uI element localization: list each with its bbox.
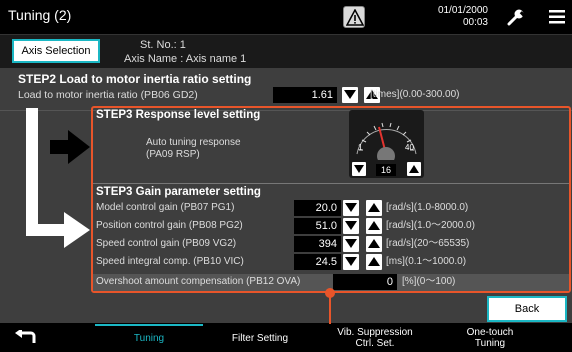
gauge-min-label: 1 [358,143,363,152]
gain-row-up-button[interactable] [366,254,382,270]
response-gauge[interactable]: 1 40 16 [349,110,424,178]
response-value[interactable]: 16 [376,164,396,176]
tab-label-line1: One-touch [466,327,514,338]
active-tab-indicator [95,324,203,326]
down-arrow-icon [354,165,364,173]
auto-tuning-label-line2: (PA09 RSP) [146,149,200,160]
gain-row-value[interactable]: 20.0 [294,200,341,216]
black-arrow-icon [50,130,90,164]
wrench-icon[interactable] [506,8,526,26]
date-text: 01/01/2000 [437,5,488,16]
gain-row-label: Speed integral comp. (PB10 VIC) [96,256,244,267]
tab-one-touch-tuning[interactable]: One-touch Tuning [440,324,540,352]
gain-row-down-button[interactable] [343,254,359,270]
down-arrow-icon [345,257,357,266]
step2-label: Load to motor inertia ratio (PB06 GD2) [18,89,198,101]
overshoot-unit: [%](0～100) [402,276,456,287]
down-arrow-icon [345,239,357,248]
tab-label-line2: Tuning [474,338,506,349]
up-arrow-icon [368,257,380,266]
divider [93,183,569,184]
return-icon[interactable] [14,330,36,346]
gain-row-unit: [rad/s](20～65535) [386,238,470,249]
axis-bar: Axis Selection St. No.: 1 Axis Name : Ax… [0,34,572,68]
title-bar: Tuning (2) 01/01/2000 00:03 [0,0,572,34]
time-text: 00:03 [462,17,488,28]
gain-row-unit: [rad/s](1.0～2000.0) [386,220,475,231]
gain-row-label: Model control gain (PB07 PG1) [96,202,235,213]
up-arrow-icon [409,165,419,173]
gauge-max-label: 40 [405,143,414,152]
gain-row-down-button[interactable] [343,200,359,216]
up-arrow-icon [368,239,380,248]
tab-label: Filter Setting [231,332,289,344]
tab-label: Tuning [133,332,165,344]
gain-row-down-button[interactable] [343,218,359,234]
gain-row-up-button[interactable] [366,218,382,234]
warning-icon [346,9,364,26]
white-l-arrow-icon [26,108,90,248]
highlight-pointer-dot [325,288,335,298]
up-arrow-icon [368,221,380,230]
overshoot-label: Overshoot amount compensation (PB12 OVA) [96,276,301,287]
step3-response-title: STEP3 Response level setting [96,109,261,121]
response-down-button[interactable] [352,162,366,176]
overshoot-value[interactable]: 0 [333,274,397,290]
auto-tuning-label: Auto tuning response (PA09 RSP) [146,137,241,161]
inertia-unit: [times](0.00-300.00) [370,89,460,100]
tab-label-line1: Vib. Suppression [337,327,413,338]
tab-tuning[interactable]: Tuning [95,324,203,352]
datetime-display: 01/01/2000 00:03 [408,5,488,29]
up-arrow-icon [368,203,380,212]
warning-button[interactable] [343,6,365,28]
page-title: Tuning (2) [8,7,72,23]
gain-row-label: Position control gain (PB08 PG2) [96,220,243,231]
station-number: St. No.: 1 [140,39,186,51]
auto-tuning-label-line1: Auto tuning response [146,137,241,148]
gain-row-up-button[interactable] [366,200,382,216]
axis-selection-button[interactable]: Axis Selection [12,39,100,63]
gain-row-unit: [ms](0.1～1000.0) [386,256,467,267]
axis-name: Axis Name : Axis name 1 [124,53,247,65]
gauge-dial-icon [356,122,417,165]
back-button[interactable]: Back [487,296,567,322]
step2-title: STEP2 Load to motor inertia ratio settin… [18,72,252,86]
gain-row-up-button[interactable] [366,236,382,252]
step3-gain-title: STEP3 Gain parameter setting [96,186,261,198]
gain-row-unit: [rad/s](1.0-8000.0) [386,202,469,213]
tab-label-line2: Ctrl. Set. [355,338,395,349]
down-arrow-icon [345,203,357,212]
gain-row-value[interactable]: 51.0 [294,218,341,234]
gain-row-value[interactable]: 24.5 [294,254,341,270]
inertia-ratio-value[interactable]: 1.61 [273,87,337,103]
flow-arrows [26,108,90,248]
tab-vib-suppression[interactable]: Vib. Suppression Ctrl. Set. [320,324,430,352]
tab-filter-setting[interactable]: Filter Setting [210,324,310,352]
bottom-nav: Tuning Filter Setting Vib. Suppression C… [0,324,572,352]
response-up-button[interactable] [407,162,421,176]
inertia-down-button[interactable] [342,87,358,103]
gain-row-value[interactable]: 394 [294,236,341,252]
gain-row-down-button[interactable] [343,236,359,252]
gain-row-label: Speed control gain (PB09 VG2) [96,238,237,249]
menu-icon[interactable] [549,10,565,24]
down-arrow-icon [344,90,356,99]
down-arrow-icon [345,221,357,230]
